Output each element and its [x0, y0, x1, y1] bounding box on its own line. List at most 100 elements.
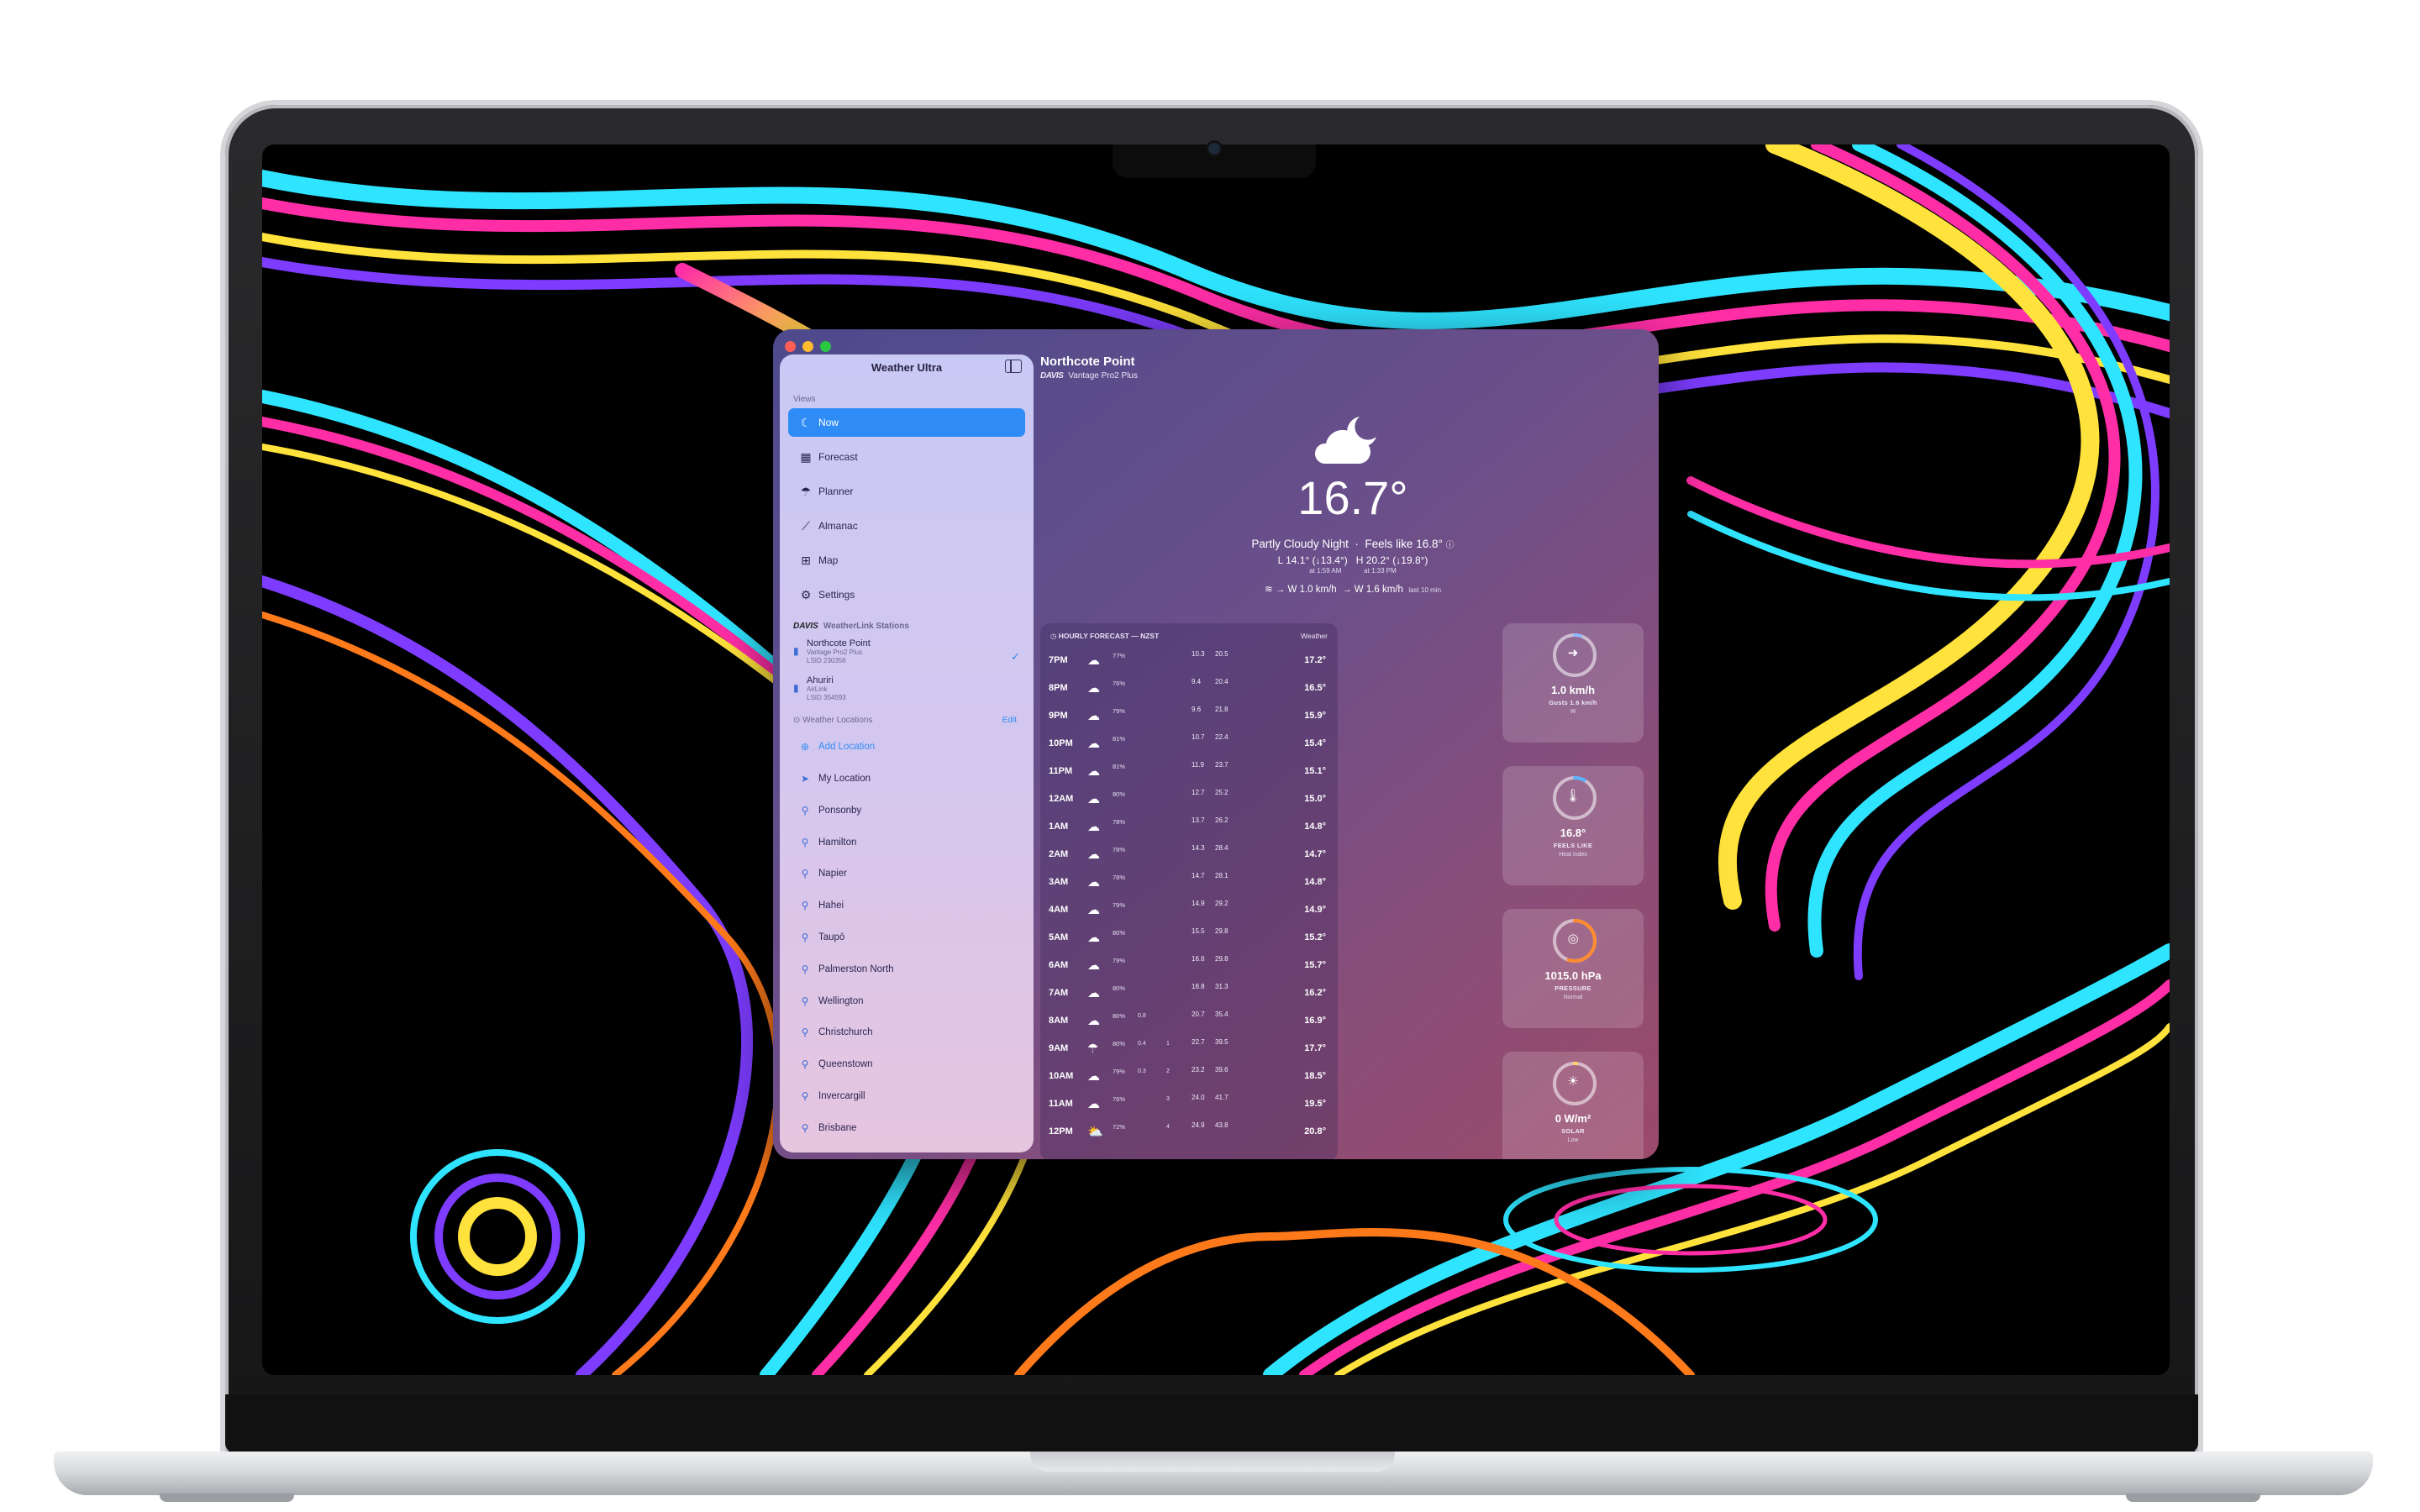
wind-speed: 16.6	[1192, 955, 1205, 963]
wind-tile[interactable]: ➜ 1.0 km/h Gusts 1.6 km/h W	[1502, 623, 1644, 743]
location-label: Queenstown	[818, 1059, 873, 1070]
precip-chance: 80%	[1113, 790, 1126, 798]
precip-chance: 81%	[1113, 735, 1126, 743]
location-label: Napier	[818, 869, 847, 879]
hour-time: 5AM	[1049, 932, 1069, 942]
location-item[interactable]: ⚲ Invercargill	[788, 1084, 1025, 1109]
location-item[interactable]: ⚲ Ponsonby	[788, 798, 1025, 823]
precip-chance: 81%	[1113, 763, 1126, 770]
hour-temp: 14.9°	[1304, 905, 1326, 915]
stations-section-label: DAVIS WeatherLink Stations	[793, 622, 909, 631]
wind-speed: 9.6	[1192, 706, 1202, 713]
wind-speed: 23.2	[1192, 1066, 1205, 1074]
location-item[interactable]: ⚲ Hahei	[788, 893, 1025, 918]
station-id: LSID 354593	[807, 694, 846, 701]
sidebar-item-now[interactable]: ☾ Now	[788, 408, 1025, 437]
location-label: Christchurch	[818, 1027, 873, 1038]
hour-temp: 14.8°	[1304, 822, 1326, 832]
location-item[interactable]: ⚲ Wellington	[788, 989, 1025, 1014]
gust-speed: 35.4	[1215, 1011, 1228, 1018]
gust-speed: 39.6	[1215, 1066, 1228, 1074]
hourly-title: ◷ HOURLY FORECAST — NZST	[1050, 632, 1160, 640]
hour-temp: 15.9°	[1304, 711, 1326, 721]
hourly-row: 4AM ☁ 79% 14.9 29.2 14.9°	[1040, 896, 1338, 924]
cloud-moon-icon: ☁	[1087, 820, 1100, 834]
weather-app-window: Weather Ultra Views ☾ Now ▦ Forecast ☂ Planne…	[773, 329, 1659, 1159]
precip-chance: 79%	[1113, 901, 1126, 909]
hourly-row: 5AM ☁ 80% 15.5 29.8 15.2°	[1040, 924, 1338, 952]
sidebar-item-almanac[interactable]: ⟋ Almanac	[788, 512, 1025, 540]
precip-chance: 80%	[1113, 984, 1126, 992]
close-window-button[interactable]	[785, 341, 796, 352]
location-item[interactable]: ⚲ Brisbane	[788, 1116, 1025, 1141]
gust-speed: 23.7	[1215, 761, 1228, 769]
add-location-button[interactable]: ⊕ Add Location	[788, 734, 1025, 759]
location-label: Ponsonby	[818, 805, 862, 816]
hourly-row: 2AM ☁ 78% 14.3 28.4 14.7°	[1040, 841, 1338, 869]
current-wind: ≋ → W 1.0 km/h → W 1.6 km/h last 10 min	[1264, 585, 1442, 595]
info-icon[interactable]: ⓘ	[1446, 541, 1455, 550]
precip-chance: 79%	[1113, 707, 1126, 715]
pressure-tile[interactable]: ◎ 1015.0 hPa PRESSURE Normal	[1502, 909, 1644, 1028]
sidebar-item-settings[interactable]: ⚙ Settings	[788, 580, 1025, 609]
gust-speed: 29.8	[1215, 955, 1228, 963]
wind-label: Gusts 1.6 km/h	[1549, 699, 1597, 706]
rain-amount: 0.3	[1138, 1068, 1146, 1074]
feels-like-tile[interactable]: 🌡 16.8° FEELS LIKE Heat index	[1502, 766, 1644, 885]
gust-speed: 29.8	[1215, 927, 1228, 935]
station-pin-icon: ⚲	[801, 868, 809, 880]
laptop-chin	[225, 1394, 2198, 1453]
high-low: L 14.1° (↓13.4°) H 20.2° (↓19.8°)	[1277, 554, 1428, 566]
app-title: Weather Ultra	[871, 361, 943, 374]
wind-speed: 14.9	[1192, 900, 1205, 907]
feels-like-sublabel: Heat index	[1559, 852, 1587, 858]
sidebar-item-forecast[interactable]: ▦ Forecast	[788, 443, 1025, 471]
gust-speed: 25.2	[1215, 789, 1228, 796]
zoom-window-button[interactable]	[820, 341, 831, 352]
plus-circle-icon: ⊕	[800, 741, 810, 753]
location-item[interactable]: ⚲ Palmerston North	[788, 957, 1025, 982]
location-item[interactable]: ⚲ Napier	[788, 861, 1025, 886]
hour-time: 11PM	[1049, 766, 1073, 776]
sidebar-item-map[interactable]: ⊞ Map	[788, 546, 1025, 575]
gust-speed: 21.8	[1215, 706, 1228, 713]
current-temperature: 16.7°	[1297, 471, 1408, 524]
hour-temp: 16.2°	[1304, 988, 1326, 998]
hourly-row: 7AM ☁ 80% 18.8 31.3 16.2°	[1040, 979, 1338, 1007]
station-item[interactable]: ▮ Northcote Point Vantage Pro2 Plus LSID 23…	[793, 638, 1032, 665]
minimize-window-button[interactable]	[802, 341, 813, 352]
location-item[interactable]: ⚲ Queenstown	[788, 1052, 1025, 1077]
hour-time: 9AM	[1049, 1043, 1069, 1053]
hour-temp: 19.5°	[1304, 1099, 1326, 1109]
station-item[interactable]: ▮ Ahuriri AirLink LSID 354593	[793, 675, 1032, 702]
gauge-icon: ◎	[1567, 932, 1579, 946]
edit-locations-button[interactable]: Edit	[1002, 716, 1017, 725]
wind-speed: 10.7	[1192, 733, 1205, 741]
precip-chance: 78%	[1113, 846, 1126, 853]
hourly-forecast-panel[interactable]: ◷ HOURLY FORECAST — NZST Weather 7PM ☁ 77%…	[1040, 623, 1338, 1159]
precip-chance: 80%	[1113, 1012, 1126, 1020]
hourly-row: 10AM ☁ 79% 0.3 2 23.2 39.6 18.5°	[1040, 1063, 1338, 1090]
gust-speed: 20.4	[1215, 678, 1228, 685]
thermometer-icon: 🌡	[1565, 789, 1581, 803]
pressure-label: PRESSURE	[1555, 984, 1591, 992]
high-low-times: at 1:59 AM at 1:33 PM	[1309, 567, 1397, 575]
sidebar-toggle-icon[interactable]	[1005, 360, 1022, 373]
sidebar-item-planner[interactable]: ☂ Planner	[788, 477, 1025, 506]
wind-speed: 15.5	[1192, 927, 1205, 935]
sidebar-item-label: Settings	[818, 589, 855, 601]
precip-chance: 72%	[1113, 1123, 1126, 1131]
sidebar: Weather Ultra Views ☾ Now ▦ Forecast ☂ Planne…	[780, 354, 1034, 1152]
location-item[interactable]: ⚲ Hamilton	[788, 830, 1025, 855]
solar-tile[interactable]: ☀ 0 W/m² SOLAR Low	[1502, 1052, 1644, 1159]
location-item[interactable]: ⚲ Christchurch	[788, 1020, 1025, 1045]
cloud-moon-icon: ☁	[1087, 764, 1100, 779]
locations-section-label: ⊙ Weather Locations	[793, 716, 873, 725]
cloud-sun-icon: ⛅	[1087, 1125, 1103, 1139]
location-item[interactable]: ⚲ Taupō	[788, 925, 1025, 950]
gust-speed: 39.5	[1215, 1038, 1228, 1046]
solar-label: SOLAR	[1561, 1127, 1585, 1135]
location-label: My Location	[818, 774, 871, 784]
wind-icon: ≋	[1264, 585, 1273, 595]
location-item[interactable]: ➤ My Location	[788, 766, 1025, 791]
